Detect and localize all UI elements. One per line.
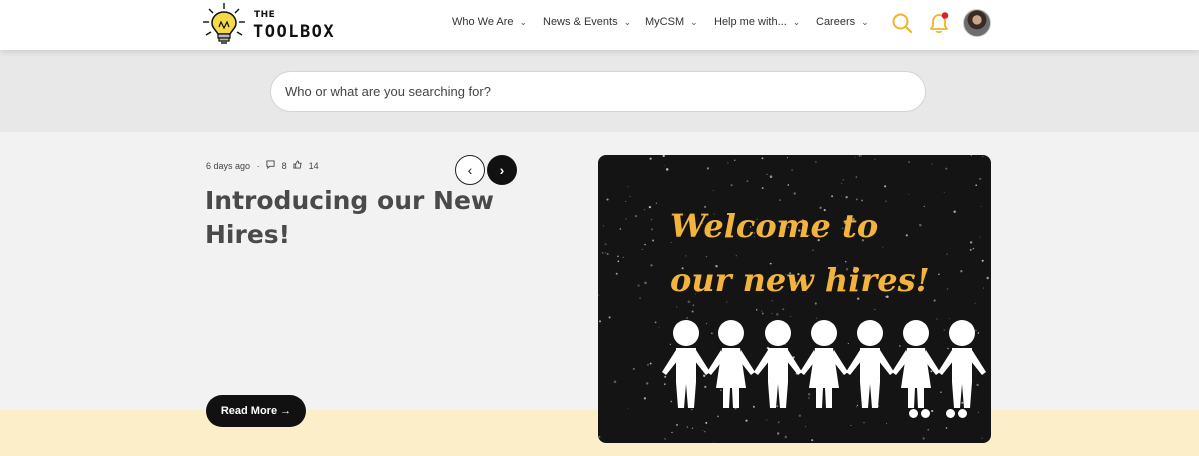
comment-count: 8 xyxy=(281,161,287,171)
read-more-button[interactable]: Read More → xyxy=(206,395,306,427)
nav-label: Who We Are xyxy=(452,16,514,28)
article-meta: 6 days ago · 8 14 xyxy=(206,160,323,171)
paper-figure xyxy=(800,320,848,408)
article-title[interactable]: Introducing our New Hires! xyxy=(205,184,495,252)
logo-text-small: THE xyxy=(254,10,276,20)
like-count: 14 xyxy=(308,161,319,171)
nav-careers[interactable]: Careers ⌄ xyxy=(816,16,869,28)
meta-separator: · xyxy=(256,161,260,171)
carousel-dots xyxy=(909,409,969,421)
paper-figure xyxy=(754,320,802,408)
paper-figure xyxy=(662,320,710,408)
carousel-dot[interactable] xyxy=(909,409,918,418)
nav-help-me-with[interactable]: Help me with... ⌄ xyxy=(714,16,800,28)
paper-figure xyxy=(707,320,755,408)
nav-label: News & Events xyxy=(543,16,618,28)
bell-icon[interactable] xyxy=(928,11,950,35)
chevron-down-icon: ⌄ xyxy=(623,17,632,27)
chevron-down-icon: ⌄ xyxy=(690,17,698,27)
nav-mycsm[interactable]: MyCSM ⌄ xyxy=(645,16,698,28)
carousel-next-button[interactable]: › xyxy=(487,155,517,185)
chevron-left-icon: ‹ xyxy=(467,162,473,178)
chevron-right-icon: › xyxy=(499,162,505,178)
nav-who-we-are[interactable]: Who We Are ⌄ xyxy=(452,16,527,28)
paper-people-chain-illustration xyxy=(662,320,986,408)
lightbulb-icon xyxy=(203,3,245,44)
chevron-down-icon: ⌄ xyxy=(519,17,528,27)
user-avatar[interactable] xyxy=(963,9,991,37)
chevron-down-icon: ⌄ xyxy=(861,17,869,27)
paper-figure xyxy=(892,320,940,408)
chevron-down-icon: ⌄ xyxy=(792,17,801,27)
search-section xyxy=(0,50,1199,132)
carousel-dot[interactable] xyxy=(921,409,930,418)
thumbs-up-icon xyxy=(293,160,305,171)
carousel-dot[interactable] xyxy=(958,409,967,418)
notification-dot xyxy=(941,12,949,19)
nav-label: Help me with... xyxy=(714,16,787,28)
logo-text-large: TOOLBOX xyxy=(253,22,336,42)
search-icon[interactable] xyxy=(891,12,913,34)
comment-icon xyxy=(266,160,278,171)
carousel-prev-button[interactable]: ‹ xyxy=(455,155,485,185)
nav-label: MyCSM xyxy=(645,16,685,28)
post-time: 6 days ago xyxy=(206,161,251,171)
search-input[interactable] xyxy=(270,71,926,112)
article-image[interactable]: Welcome to our new hires! xyxy=(598,155,991,443)
paper-figure xyxy=(846,320,894,408)
top-header: THE TOOLBOX Who We Are ⌄ News & Events ⌄ M… xyxy=(0,0,1199,50)
nav-label: Careers xyxy=(816,16,856,28)
paper-figure xyxy=(938,320,986,408)
nav-news-events[interactable]: News & Events ⌄ xyxy=(543,16,631,28)
carousel-dot[interactable] xyxy=(946,409,955,418)
toolbox-logo[interactable]: THE TOOLBOX xyxy=(200,2,350,48)
